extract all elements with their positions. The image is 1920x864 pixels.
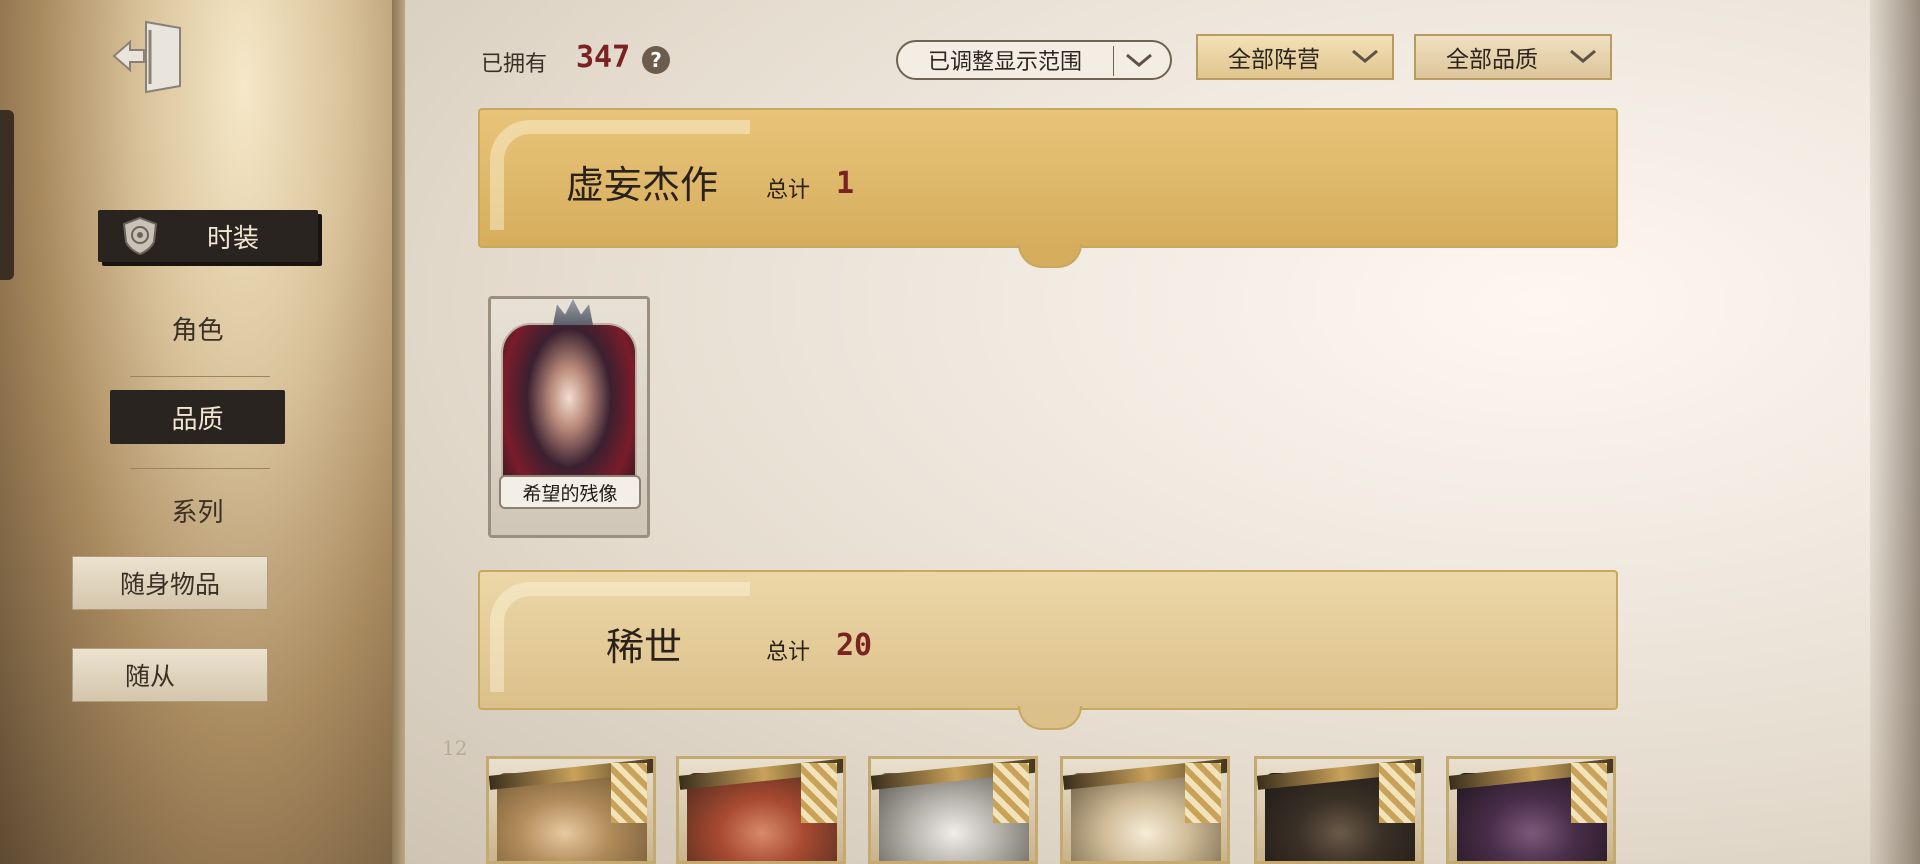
costume-card-small[interactable] <box>676 756 846 864</box>
section-banner-rare: 稀世 总计 20 <box>478 570 1618 730</box>
section-total-label: 总计 <box>766 178 811 203</box>
divider <box>130 376 270 377</box>
card-frame-stripe <box>801 763 837 823</box>
owned-label: 已拥有 <box>481 52 548 77</box>
dropdown-label: 全部品质 <box>1446 47 1538 73</box>
camp-filter-dropdown[interactable]: 全部阵营 <box>1196 34 1394 80</box>
section-total-label: 总计 <box>766 640 811 665</box>
chevron-down-icon <box>1126 53 1152 67</box>
card-frame-stripe <box>1379 763 1415 823</box>
chevron-down-icon <box>1570 49 1596 63</box>
card-frame-stripe <box>1185 763 1221 823</box>
section-title: 虚妄杰作 <box>566 163 719 207</box>
dropdown-separator <box>1113 46 1114 76</box>
background-number: 12 <box>442 736 468 760</box>
sidebar-item-label: 随从 <box>125 662 176 691</box>
costume-card-small[interactable] <box>486 756 656 864</box>
card-frame-stripe <box>1571 763 1607 823</box>
dropdown-label: 全部阵营 <box>1228 47 1320 73</box>
owned-count: 347 <box>576 40 631 75</box>
sidebar-item-accessory[interactable]: 随身物品 <box>72 556 268 610</box>
sidebar-item-label: 随身物品 <box>119 570 220 599</box>
sidebar-item-quality[interactable]: 品质 <box>110 390 285 444</box>
card-frame-stripe <box>611 763 647 823</box>
sidebar-item-label: 角色 <box>171 315 224 346</box>
costume-card-small[interactable] <box>868 756 1038 864</box>
sidebar-item-label: 系列 <box>171 497 224 528</box>
section-title: 稀世 <box>606 625 683 669</box>
card-frame-stripe <box>993 763 1029 823</box>
section-banner-illusory-masterpiece: 虚妄杰作 总计 1 <box>478 108 1618 268</box>
sidebar-item-follower[interactable]: 随从 <box>72 648 268 702</box>
display-range-dropdown[interactable]: 已调整显示范围 <box>896 40 1172 80</box>
costume-card[interactable]: 希望的残像 <box>488 296 650 538</box>
crown-icon <box>553 299 593 325</box>
exit-button[interactable] <box>108 14 192 98</box>
quality-filter-dropdown[interactable]: 全部品质 <box>1414 34 1612 80</box>
sidebar-item-series[interactable]: 系列 <box>110 488 285 532</box>
costume-card-small[interactable] <box>1446 756 1616 864</box>
section-total-value: 20 <box>836 628 873 663</box>
chevron-down-icon <box>1352 49 1378 63</box>
divider <box>130 468 270 469</box>
sidebar-item-label: 品质 <box>171 404 224 435</box>
side-drawer-tab[interactable] <box>0 110 14 280</box>
panel-shade <box>1870 0 1920 864</box>
costume-card-small[interactable] <box>1254 756 1424 864</box>
costume-name: 希望的残像 <box>499 475 641 509</box>
dropdown-label: 已调整显示范围 <box>928 50 1083 75</box>
exit-door-icon <box>112 20 181 94</box>
sidebar-item-label: 时装 <box>206 223 259 254</box>
costume-card-small[interactable] <box>1060 756 1230 864</box>
shield-badge-icon <box>122 216 158 256</box>
sidebar-item-role[interactable]: 角色 <box>110 306 285 350</box>
section-total-value: 1 <box>836 166 855 201</box>
help-icon[interactable]: ? <box>642 46 670 74</box>
sidebar-item-fashion[interactable]: 时装 <box>98 210 318 262</box>
